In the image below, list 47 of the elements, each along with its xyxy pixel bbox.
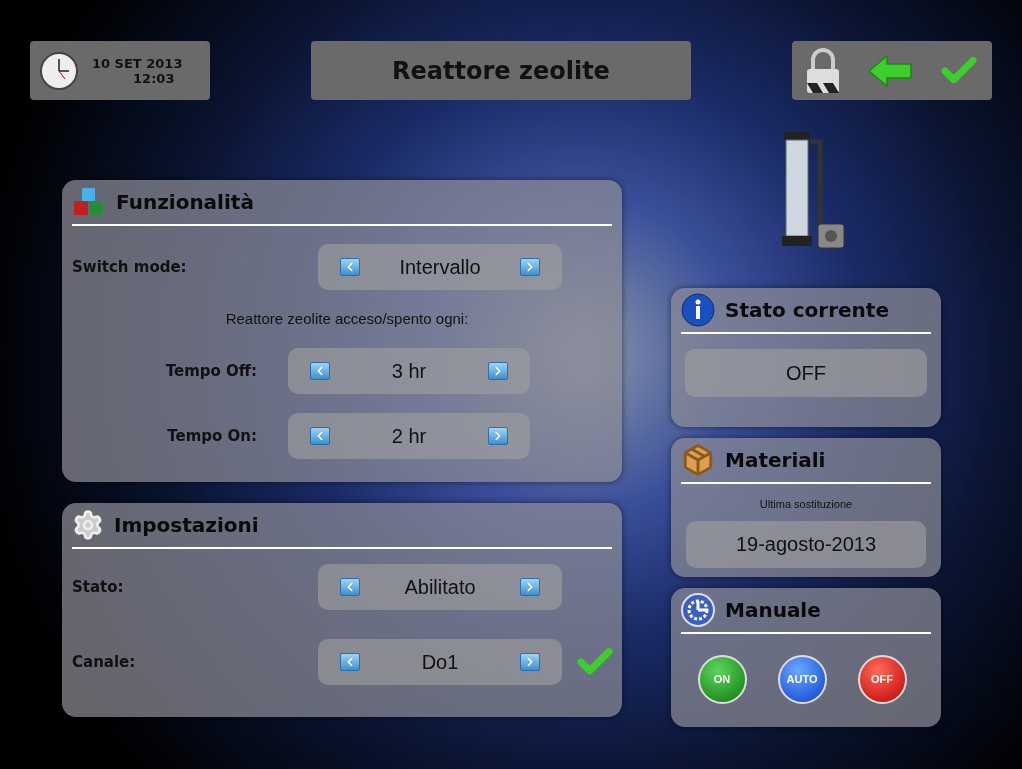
selector-value: 3 hr <box>391 359 427 384</box>
previous-button[interactable] <box>340 653 360 671</box>
previous-button[interactable] <box>310 362 330 380</box>
cubes-icon <box>72 187 106 217</box>
next-button[interactable] <box>488 362 508 380</box>
field-label: Tempo Off: <box>164 360 257 382</box>
value-selector[interactable]: 3 hr <box>288 348 530 394</box>
panel-title: Stato corrente <box>725 297 889 324</box>
panel-title: Funzionalità <box>116 189 254 216</box>
field-label: Canale: <box>72 651 137 673</box>
selector-value: Intervallo <box>399 255 481 280</box>
field-label: Stato: <box>72 576 125 598</box>
previous-button[interactable] <box>340 258 360 276</box>
selector-value: 2 hr <box>391 424 427 449</box>
date-text: 10 SET 2013 <box>92 55 183 71</box>
panel-title: Manuale <box>725 597 821 624</box>
value-selector[interactable]: Intervallo <box>318 244 562 290</box>
field-label: Switch mode: <box>72 256 188 278</box>
back-button[interactable] <box>867 53 913 88</box>
clock-icon <box>40 51 78 90</box>
info-icon <box>681 293 715 327</box>
next-button[interactable] <box>520 258 540 276</box>
gear-icon <box>72 509 104 541</box>
time-text: 12:03 <box>133 70 176 86</box>
previous-button[interactable] <box>310 427 330 445</box>
caption-text: Ultima sostituzione <box>758 497 854 512</box>
status-value: OFF <box>786 361 826 386</box>
panel-title: Impostazioni <box>114 512 259 539</box>
date-value: 19-agosto-2013 <box>735 532 877 557</box>
mode-button[interactable]: AUTO <box>777 655 827 704</box>
panel-title: Materiali <box>725 447 826 474</box>
field-label: Tempo On: <box>166 425 257 447</box>
selector-value: Abilitato <box>404 575 476 600</box>
page-title: Reattore zeolite <box>392 55 610 87</box>
previous-button[interactable] <box>340 578 360 596</box>
next-button[interactable] <box>520 653 540 671</box>
value-selector[interactable]: Abilitato <box>318 564 562 610</box>
value-selector[interactable]: Do1 <box>318 639 562 685</box>
mode-button[interactable]: OFF <box>857 655 907 704</box>
selector-value: Do1 <box>421 650 459 675</box>
arrow-left-icon <box>867 53 913 88</box>
next-button[interactable] <box>488 427 508 445</box>
next-button[interactable] <box>520 578 540 596</box>
interval-note: Reattore zeolite acceso/spento ogni: <box>224 308 469 329</box>
box-icon <box>681 443 715 477</box>
dial-icon <box>681 593 715 627</box>
value-selector[interactable]: 2 hr <box>288 413 530 459</box>
